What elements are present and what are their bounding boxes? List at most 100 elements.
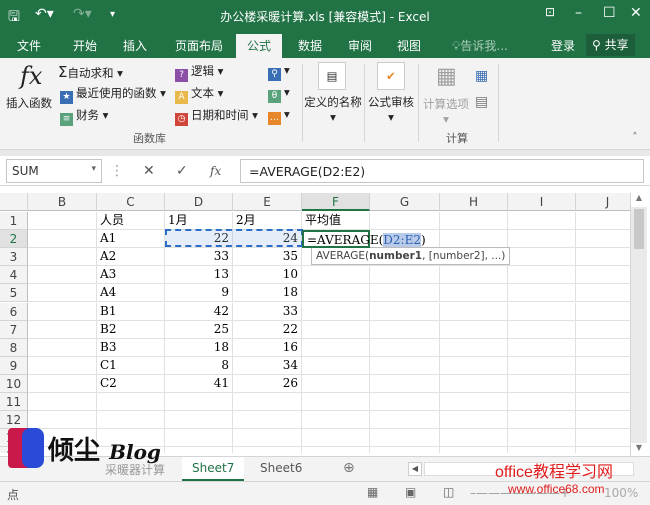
row-header-6[interactable]: 6 — [0, 302, 28, 321]
cell-I12[interactable] — [508, 411, 576, 430]
cell-B2[interactable] — [28, 230, 97, 249]
calculate-sheet-icon[interactable]: ▤ — [475, 94, 488, 110]
cell-B12[interactable] — [28, 411, 97, 430]
insert-function-button[interactable]: 插入函数 — [6, 95, 52, 111]
vertical-scrollbar[interactable]: ▲ ▼ — [630, 193, 647, 461]
cell-B6[interactable] — [28, 302, 97, 321]
cell-F7[interactable] — [302, 320, 370, 339]
calc-options-button[interactable]: 计算选项 ▾ — [421, 96, 471, 126]
calculate-now-icon[interactable]: ▦ — [475, 68, 488, 84]
cell-E6[interactable]: 33 — [233, 302, 302, 321]
cell-G12[interactable] — [370, 411, 440, 430]
financial-button[interactable]: ≡ 财务 ▾ — [60, 107, 108, 126]
cell-I9[interactable] — [508, 356, 576, 375]
tab-file[interactable]: 文件 — [17, 37, 41, 54]
cell-C11[interactable] — [97, 393, 165, 411]
cell-C4[interactable]: A3 — [97, 266, 165, 285]
cell-H7[interactable] — [440, 320, 508, 339]
cell-B3[interactable] — [28, 248, 97, 267]
cell-I10[interactable] — [508, 374, 576, 393]
enter-check-icon[interactable]: ✓ — [176, 163, 188, 179]
cell-H6[interactable] — [440, 302, 508, 321]
cell-E5[interactable]: 18 — [233, 284, 302, 303]
cell-I5[interactable] — [508, 284, 576, 303]
minimize-button[interactable]: – — [575, 5, 582, 21]
column-header-F[interactable]: F — [302, 193, 370, 211]
row-header-8[interactable]: 8 — [0, 338, 28, 357]
cell-F12[interactable] — [302, 411, 370, 430]
cell-F10[interactable] — [302, 374, 370, 393]
cell-E9[interactable]: 34 — [233, 356, 302, 375]
tab-formulas[interactable]: 公式 — [236, 34, 283, 58]
cell-J3[interactable] — [576, 248, 630, 267]
cell-F5[interactable] — [302, 284, 370, 303]
tab-home[interactable]: 开始 — [73, 37, 97, 54]
cell-E4[interactable]: 10 — [233, 266, 302, 285]
cell-H12[interactable] — [440, 411, 508, 430]
share-button[interactable]: ⚲ 共享 — [586, 34, 635, 56]
cell-D4[interactable]: 13 — [165, 266, 233, 285]
cell-D6[interactable]: 42 — [165, 302, 233, 321]
row-header-1[interactable]: 1 — [0, 212, 28, 230]
cell-J8[interactable] — [576, 339, 630, 357]
cell-C8[interactable]: B3 — [97, 338, 165, 357]
tab-review[interactable]: 审阅 — [348, 37, 372, 54]
logical-button[interactable]: ? 逻辑 ▾ — [175, 63, 223, 82]
cell-G7[interactable] — [370, 320, 440, 339]
row-header-2[interactable]: 2 — [0, 230, 28, 249]
tab-page-layout[interactable]: 页面布局 — [175, 37, 223, 54]
row-header-4[interactable]: 4 — [0, 266, 28, 285]
tab-insert[interactable]: 插入 — [123, 37, 147, 54]
cell-F4[interactable] — [302, 266, 370, 285]
cell-J2[interactable] — [576, 230, 630, 249]
cancel-icon[interactable]: ✕ — [143, 163, 155, 179]
tab-view[interactable]: 视图 — [397, 37, 421, 54]
column-header-E[interactable]: E — [233, 193, 302, 211]
text-button[interactable]: A 文本 ▾ — [175, 85, 223, 104]
cell-J5[interactable] — [576, 284, 630, 303]
chevron-down-icon[interactable]: ▾ — [91, 164, 96, 174]
cell-H10[interactable] — [440, 374, 508, 393]
cell-J12[interactable] — [576, 411, 630, 430]
cell-H8[interactable] — [440, 338, 508, 357]
cell-H11[interactable] — [440, 393, 508, 411]
column-header-B[interactable]: B — [28, 193, 97, 211]
cell-C10[interactable]: C2 — [97, 374, 165, 393]
column-header-J[interactable]: J — [576, 193, 630, 211]
cell-G8[interactable] — [370, 338, 440, 357]
cell-C6[interactable]: B1 — [97, 302, 165, 321]
math-trig-button[interactable]: θ ▾ — [268, 85, 290, 103]
cell-I8[interactable] — [508, 338, 576, 357]
cell-J14[interactable] — [576, 447, 630, 453]
cell-B7[interactable] — [28, 320, 97, 339]
cell-D11[interactable] — [165, 393, 233, 411]
row-header-9[interactable]: 9 — [0, 356, 28, 375]
cell-D10[interactable]: 41 — [165, 374, 233, 393]
cell-I4[interactable] — [508, 266, 576, 285]
cell-H14[interactable] — [440, 447, 508, 453]
column-header-I[interactable]: I — [508, 193, 576, 211]
cell-G13[interactable] — [370, 429, 440, 448]
cell-F2[interactable]: =AVERAGE(D2:E2) — [302, 230, 426, 249]
scroll-thumb[interactable] — [634, 209, 644, 249]
row-header-5[interactable]: 5 — [0, 284, 28, 303]
cell-G4[interactable] — [370, 266, 440, 285]
row-header-3[interactable]: 3 — [0, 248, 28, 267]
cell-J6[interactable] — [576, 303, 630, 321]
sheet-tab-sheet6[interactable]: Sheet6 — [250, 457, 312, 481]
cell-C3[interactable]: A2 — [97, 248, 165, 267]
cell-H9[interactable] — [440, 356, 508, 375]
zoom-level[interactable]: 100% — [604, 486, 638, 500]
cell-D12[interactable] — [165, 411, 233, 430]
cell-I13[interactable] — [508, 429, 576, 448]
row-header-7[interactable]: 7 — [0, 320, 28, 339]
date-time-button[interactable]: ◷ 日期和时间 ▾ — [175, 107, 258, 126]
cell-I7[interactable] — [508, 320, 576, 339]
cell-B1[interactable] — [28, 212, 97, 230]
cell-E13[interactable] — [233, 429, 302, 448]
cell-F9[interactable] — [302, 356, 370, 375]
cell-G5[interactable] — [370, 284, 440, 303]
cell-I1[interactable] — [508, 212, 576, 230]
cell-G11[interactable] — [370, 393, 440, 411]
cell-B4[interactable] — [28, 266, 97, 285]
